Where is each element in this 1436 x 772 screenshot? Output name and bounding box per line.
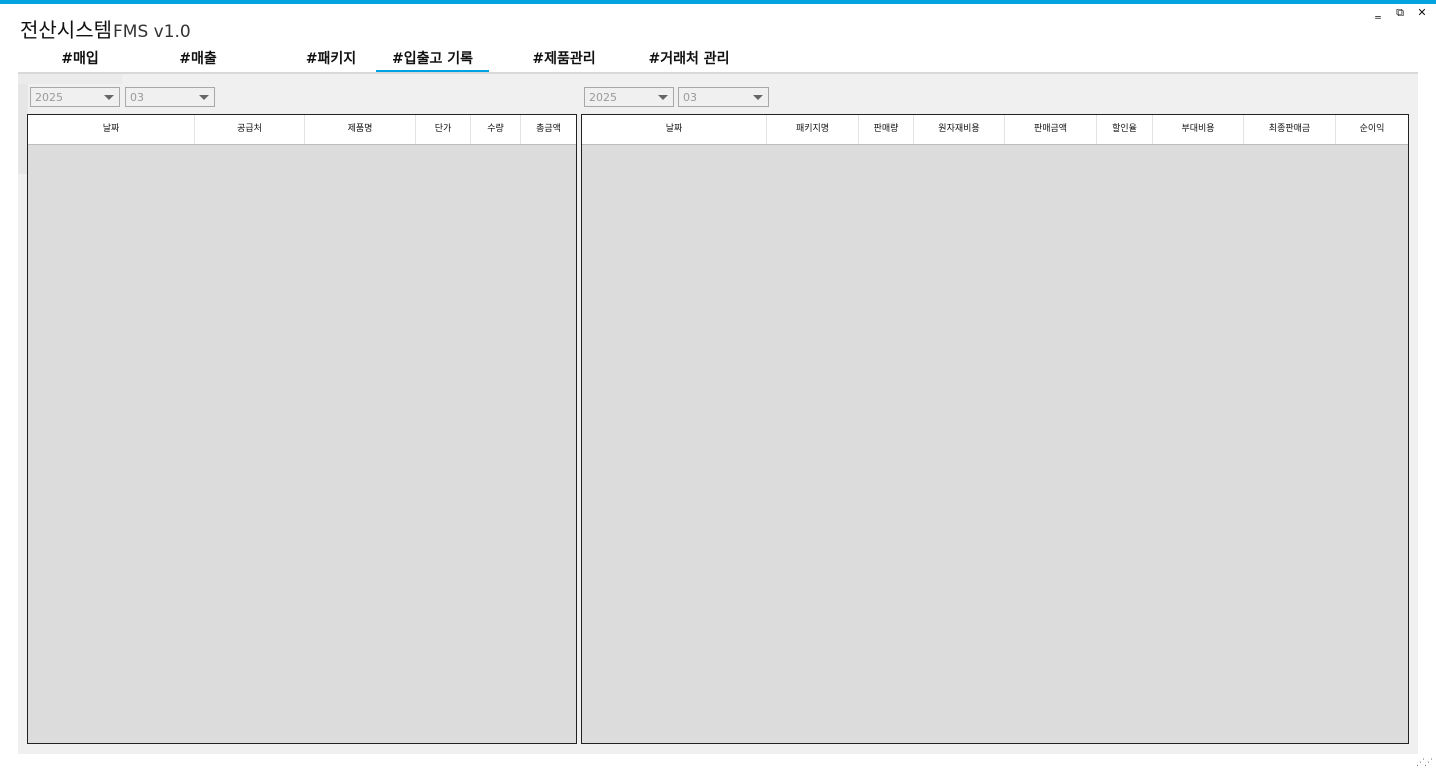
column-header-material-cost[interactable]: 원자재비용 [914,115,1005,144]
chevron-down-icon [104,95,114,100]
chevron-down-icon [658,95,668,100]
tab-content-panel: 2025 03 2025 03 날짜 공급처 제품명 단가 수량 총금액 날짜 … [18,74,1418,754]
tab-product-management[interactable]: #제품관리 [514,48,614,70]
column-header-date[interactable]: 날짜 [28,115,195,144]
tab-sales[interactable]: #매출 [158,48,238,70]
column-header-quantity[interactable]: 수량 [471,115,521,144]
right-month-select[interactable]: 03 [678,87,769,107]
minimize-icon[interactable]: ‗ [1372,6,1384,20]
inbound-grid[interactable]: 날짜 공급처 제품명 단가 수량 총금액 [27,114,577,744]
tab-client-management[interactable]: #거래처 관리 [624,48,754,70]
column-header-extra-cost[interactable]: 부대비용 [1153,115,1244,144]
left-month-select[interactable]: 03 [125,87,215,107]
column-header-total[interactable]: 총금액 [521,115,576,144]
column-header-product-name[interactable]: 제품명 [305,115,416,144]
package-sales-grid[interactable]: 날짜 패키지명 판매량 원자재비용 판매금액 할인율 부대비용 최종판매금 순이… [581,114,1409,744]
app-title-korean: 전산시스템 [20,18,112,42]
inbound-grid-header: 날짜 공급처 제품명 단가 수량 총금액 [28,115,576,145]
window-accent-bar [0,0,1436,4]
column-header-net-profit[interactable]: 순이익 [1336,115,1408,144]
column-header-date[interactable]: 날짜 [582,115,767,144]
column-header-supplier[interactable]: 공급처 [195,115,305,144]
close-icon[interactable]: ✕ [1416,6,1428,20]
column-header-unit-price[interactable]: 단가 [416,115,471,144]
tab-inout-log[interactable]: #입출고 기록 [376,48,489,72]
panel-edge-top [18,74,122,84]
tab-bar: #매입 #매출 #패키지 #입출고 기록 #제품관리 #거래처 관리 [18,48,1418,74]
window-controls: ‗ ⧉ ✕ [1372,6,1428,20]
left-year-value: 2025 [35,91,63,104]
tab-package[interactable]: #패키지 [276,48,386,70]
left-year-select[interactable]: 2025 [30,87,120,107]
column-header-final-sales[interactable]: 최종판매금 [1244,115,1336,144]
column-header-package-name[interactable]: 패키지명 [767,115,859,144]
chevron-down-icon [199,95,209,100]
right-year-select[interactable]: 2025 [584,87,674,107]
right-month-value: 03 [683,91,697,104]
right-year-value: 2025 [589,91,617,104]
column-header-discount-rate[interactable]: 할인율 [1097,115,1153,144]
chevron-down-icon [753,95,763,100]
app-title-version: FMS v1.0 [113,22,191,42]
column-header-sales-amount[interactable]: 판매금액 [1005,115,1097,144]
column-header-sales-volume[interactable]: 판매량 [859,115,914,144]
resize-grip-icon[interactable]: ⋰⋰ [1416,758,1433,768]
tab-purchase[interactable]: #매입 [38,48,122,70]
package-sales-grid-header: 날짜 패키지명 판매량 원자재비용 판매금액 할인율 부대비용 최종판매금 순이… [582,115,1408,145]
left-month-value: 03 [130,91,144,104]
app-title: 전산시스템 FMS v1.0 [20,14,191,42]
restore-icon[interactable]: ⧉ [1394,6,1406,20]
